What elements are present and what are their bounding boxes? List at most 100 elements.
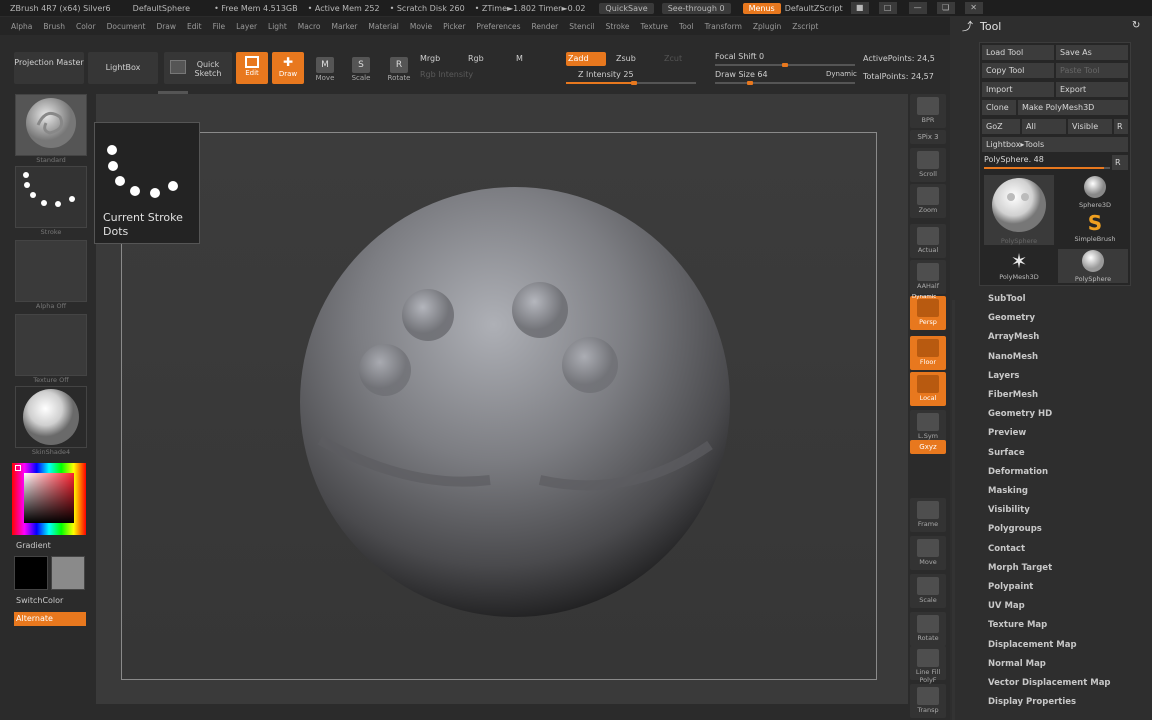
projection-master-button[interactable]: Projection Master — [14, 52, 84, 84]
menu-edit[interactable]: Edit — [187, 22, 202, 31]
default-zscript-button[interactable]: DefaultZScript — [785, 4, 843, 13]
shelf-spix-3-button[interactable]: SPix 3 — [910, 130, 946, 144]
section-contact[interactable]: Contact — [988, 544, 1025, 554]
menu-tool[interactable]: Tool — [679, 22, 694, 31]
section-display-properties[interactable]: Display Properties — [988, 697, 1076, 707]
section-morph-target[interactable]: Morph Target — [988, 563, 1052, 573]
alpha-selector[interactable] — [15, 240, 87, 302]
close-icon[interactable]: ✕ — [964, 2, 983, 14]
draw-size-track[interactable] — [715, 82, 855, 84]
section-normal-map[interactable]: Normal Map — [988, 659, 1046, 669]
restore-icon[interactable]: ❏ — [936, 2, 955, 14]
menu-alpha[interactable]: Alpha — [11, 22, 32, 31]
shelf-move-button[interactable]: Move — [910, 536, 946, 570]
m-button[interactable]: M — [516, 54, 523, 63]
color-picker[interactable] — [12, 463, 86, 535]
menu-color[interactable]: Color — [76, 22, 96, 31]
menu-macro[interactable]: Macro — [298, 22, 321, 31]
zadd-button[interactable]: Zadd — [566, 52, 606, 66]
rgb-button[interactable]: Rgb — [468, 54, 484, 63]
current-tool-slider[interactable]: PolySphere. 48 — [984, 155, 1044, 164]
section-geometry[interactable]: Geometry — [988, 313, 1035, 323]
quick-sketch-button[interactable]: Quick Sketch — [164, 52, 232, 84]
shelf-transp-button[interactable]: Transp — [910, 684, 946, 718]
menu-render[interactable]: Render — [532, 22, 559, 31]
menu-layer[interactable]: Layer — [236, 22, 257, 31]
menu-zplugin[interactable]: Zplugin — [753, 22, 781, 31]
section-uv-map[interactable]: UV Map — [988, 601, 1025, 611]
main-color-swatch[interactable] — [14, 556, 48, 590]
shelf-gxyz-button[interactable]: Gxyz — [910, 440, 946, 454]
polysphere-thumbnail-small[interactable]: PolySphere — [1058, 249, 1128, 283]
shelf-persp-button[interactable]: Persp — [910, 296, 946, 330]
zcut-button[interactable]: Zcut — [664, 54, 682, 63]
sphere3d-thumbnail[interactable]: Sphere3D — [1064, 175, 1126, 209]
shelf-scroll-button[interactable]: Scroll — [910, 148, 946, 182]
scale-button[interactable]: S Scale — [346, 54, 376, 84]
z-intensity-slider[interactable]: Z Intensity 25 — [578, 70, 634, 79]
goz-all-button[interactable]: All — [1022, 119, 1066, 134]
texture-selector[interactable] — [15, 314, 87, 376]
section-preview[interactable]: Preview — [988, 428, 1026, 438]
stroke-selector[interactable] — [15, 166, 87, 228]
draw-size-knob[interactable] — [747, 81, 753, 85]
load-tool-button[interactable]: Load Tool — [982, 45, 1054, 60]
layout-icon[interactable]: ■ — [850, 2, 869, 14]
tool-palette-scroll-grip[interactable] — [952, 300, 955, 720]
switch-color-button[interactable]: SwitchColor — [16, 596, 63, 605]
section-masking[interactable]: Masking — [988, 486, 1028, 496]
current-tool-r-button[interactable]: R — [1112, 155, 1128, 170]
goz-r-button[interactable]: R — [1114, 119, 1128, 134]
polysphere-thumbnail-large[interactable]: PolySphere — [984, 175, 1054, 245]
section-displacement-map[interactable]: Displacement Map — [988, 640, 1077, 650]
goz-button[interactable]: GoZ — [982, 119, 1020, 134]
menu-material[interactable]: Material — [368, 22, 398, 31]
menu-marker[interactable]: Marker — [331, 22, 357, 31]
shelf-local-button[interactable]: Local — [910, 372, 946, 406]
menu-file[interactable]: File — [213, 22, 226, 31]
menu-texture[interactable]: Texture — [641, 22, 668, 31]
menu-stencil[interactable]: Stencil — [569, 22, 594, 31]
menu-movie[interactable]: Movie — [410, 22, 432, 31]
menu-stroke[interactable]: Stroke — [606, 22, 630, 31]
polysphere-model[interactable] — [290, 180, 740, 630]
move-button[interactable]: M Move — [310, 54, 340, 84]
lightbox-button[interactable]: LightBox — [88, 52, 158, 84]
menu-light[interactable]: Light — [268, 22, 287, 31]
shelf-actual-button[interactable]: Actual — [910, 224, 946, 258]
section-geometry-hd[interactable]: Geometry HD — [988, 409, 1052, 419]
shelf-scale-button[interactable]: Scale — [910, 574, 946, 608]
section-surface[interactable]: Surface — [988, 448, 1025, 458]
section-arraymesh[interactable]: ArrayMesh — [988, 332, 1039, 342]
shelf-l-sym-button[interactable]: L.Sym — [910, 410, 946, 444]
mrgb-button[interactable]: Mrgb — [420, 54, 440, 63]
menu-transform[interactable]: Transform — [705, 22, 742, 31]
alternate-button[interactable]: Alternate — [14, 612, 86, 626]
color-hue-marker[interactable] — [15, 465, 21, 471]
persp-dynamic-label[interactable]: Dynamic — [912, 294, 936, 300]
minimize-icon[interactable]: — — [908, 2, 927, 14]
draw-size-slider[interactable]: Draw Size 64 — [715, 70, 768, 79]
brush-selector[interactable] — [15, 94, 87, 156]
lightbox-tools-button[interactable]: Lightbox▸Tools — [982, 137, 1128, 152]
section-visibility[interactable]: Visibility — [988, 505, 1030, 515]
section-texture-map[interactable]: Texture Map — [988, 620, 1047, 630]
import-button[interactable]: Import — [982, 82, 1054, 97]
shelf-aahalf-button[interactable]: AAHalf — [910, 260, 946, 294]
section-polygroups[interactable]: Polygroups — [988, 524, 1042, 534]
menu-document[interactable]: Document — [107, 22, 146, 31]
section-layers[interactable]: Layers — [988, 371, 1019, 381]
save-as-button[interactable]: Save As — [1056, 45, 1128, 60]
shelf-rotate-button[interactable]: Rotate — [910, 612, 946, 646]
shelf-bpr-button[interactable]: BPR — [910, 94, 946, 128]
quicksave-button[interactable]: QuickSave — [599, 2, 654, 14]
simplebrush-thumbnail[interactable]: S SimpleBrush — [1064, 211, 1126, 245]
paste-tool-button[interactable]: Paste Tool — [1056, 63, 1128, 78]
section-polypaint[interactable]: Polypaint — [988, 582, 1033, 592]
see-through-slider[interactable]: See-through 0 — [661, 2, 731, 14]
menu-draw[interactable]: Draw — [156, 22, 176, 31]
gradient-label[interactable]: Gradient — [16, 541, 51, 550]
menus-button[interactable]: Menus — [742, 2, 781, 14]
section-vector-displacement-map[interactable]: Vector Displacement Map — [988, 678, 1111, 688]
focal-shift-slider[interactable]: Focal Shift 0 — [715, 52, 764, 61]
